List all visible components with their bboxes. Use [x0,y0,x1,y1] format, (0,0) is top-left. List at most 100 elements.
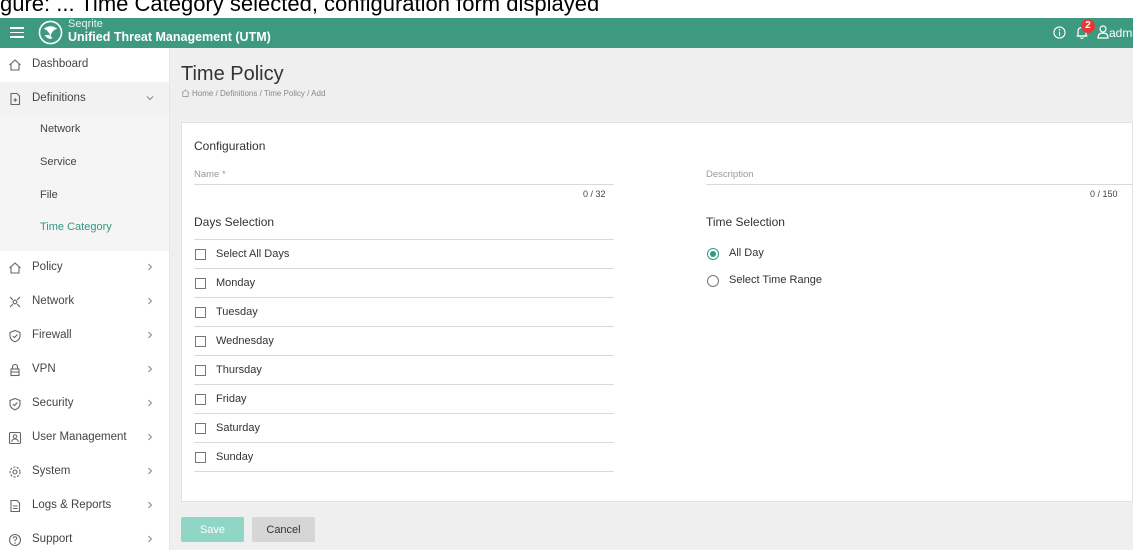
day-option-wednesday[interactable]: Wednesday [194,327,614,356]
page-title: Time Policy [181,63,284,85]
main-content: Time Policy Home / Definitions / Time Po… [170,48,1133,550]
seqrite-logo-icon [38,20,63,45]
info-icon[interactable] [1053,26,1066,39]
definitions-submenu: Network Service File Time Category [0,115,169,251]
radio-label: All Day [729,247,764,259]
sidebar-item-policy[interactable]: Policy [0,251,169,285]
user-management-icon [8,431,22,445]
home-icon [9,59,21,71]
sidebar-item-label: System [32,465,71,477]
day-option-thursday[interactable]: Thursday [194,356,614,385]
name-char-counter: 0 / 32 [583,189,606,199]
day-label: Thursday [216,364,262,376]
policy-icon [9,262,21,274]
select-all-days-checkbox[interactable] [195,249,206,260]
name-input[interactable] [194,184,614,185]
brand-name: Seqrite [68,18,103,30]
definitions-icon [10,92,21,106]
sidebar-item-vpn[interactable]: VPN [0,353,169,387]
sidebar-item-dashboard[interactable]: Dashboard [0,48,169,82]
sidebar-item-system[interactable]: System [0,455,169,489]
chevron-right-icon [148,297,153,305]
support-help-icon [8,533,22,547]
sidebar-item-label: Definitions [32,92,86,104]
name-field-label: Name * [194,169,226,180]
sidebar-item-support[interactable]: Support [0,523,169,550]
day-label: Sunday [216,451,254,463]
notification-count-badge: 2 [1081,19,1095,33]
day-label: Friday [216,393,247,405]
sidebar-item-label: Security [32,397,74,409]
submenu-item-network[interactable]: Network [40,123,80,135]
sidebar-item-logs-reports[interactable]: Logs & Reports [0,489,169,523]
cropped-caption-strip: gure: ... Time Category selected, config… [0,0,1133,18]
thursday-checkbox[interactable] [195,365,206,376]
all-day-radio[interactable] [707,248,719,260]
user-name[interactable]: adm [1109,26,1132,40]
configuration-section-title: Configuration [194,139,266,153]
chevron-right-icon [148,365,153,373]
day-option-sunday[interactable]: Sunday [194,443,614,472]
description-field-label: Description [706,169,754,180]
select-time-range-radio[interactable] [707,275,719,287]
sidebar-item-label: Dashboard [32,58,89,70]
day-option-select-all[interactable]: Select All Days [194,240,614,269]
days-selection-title: Days Selection [194,215,275,229]
tuesday-checkbox[interactable] [195,307,206,318]
chevron-right-icon [148,331,153,339]
sidebar-item-label: User Management [32,431,127,443]
sidebar-item-label: Policy [32,261,63,273]
chevron-right-icon [148,535,153,543]
hamburger-menu-icon[interactable] [10,24,24,38]
day-option-saturday[interactable]: Saturday [194,414,614,443]
network-icon [9,296,21,308]
submenu-item-service[interactable]: Service [40,156,77,168]
sidebar-item-security[interactable]: Security [0,387,169,421]
save-button[interactable]: Save [181,517,244,542]
sunday-checkbox[interactable] [195,452,206,463]
chevron-right-icon [148,467,153,475]
product-title: Unified Threat Management (UTM) [68,30,271,44]
day-label: Select All Days [216,248,290,260]
firewall-shield-icon [9,329,21,343]
sidebar-item-label: VPN [32,363,56,375]
saturday-checkbox[interactable] [195,423,206,434]
chevron-down-icon [146,96,154,101]
breadcrumb-path[interactable]: Home / Definitions / Time Policy / Add [192,89,325,98]
radio-label: Select Time Range [729,274,822,286]
sidebar-item-label: Firewall [32,329,72,341]
system-gear-icon [9,466,21,478]
day-label: Monday [216,277,256,289]
sidebar-item-user-management[interactable]: User Management [0,421,169,455]
chevron-right-icon [148,263,153,271]
top-bar: Seqrite Unified Threat Management (UTM) … [0,18,1133,48]
sidebar-item-firewall[interactable]: Firewall [0,319,169,353]
submenu-item-file[interactable]: File [40,189,58,201]
sidebar-item-network[interactable]: Network [0,285,169,319]
day-label: Wednesday [216,335,274,347]
logs-reports-icon [10,499,21,513]
vpn-lock-icon [10,363,20,377]
wednesday-checkbox[interactable] [195,336,206,347]
sidebar-item-definitions[interactable]: Definitions [0,82,169,116]
description-input[interactable] [706,184,1133,185]
description-char-counter: 0 / 150 [1090,189,1118,199]
monday-checkbox[interactable] [195,278,206,289]
chevron-right-icon [148,433,153,441]
cancel-button[interactable]: Cancel [252,517,315,542]
chevron-right-icon [148,501,153,509]
submenu-item-time-category[interactable]: Time Category [40,221,112,233]
time-policy-form-card: Configuration Name * 0 / 32 Description … [181,122,1133,502]
breadcrumb: Home / Definitions / Time Policy / Add [181,89,325,98]
sidebar-item-label: Network [32,295,75,307]
time-selection-title: Time Selection [706,215,785,229]
day-option-tuesday[interactable]: Tuesday [194,298,614,327]
friday-checkbox[interactable] [195,394,206,405]
day-label: Saturday [216,422,261,434]
day-option-monday[interactable]: Monday [194,269,614,298]
day-label: Tuesday [216,306,258,318]
sidebar: Dashboard Definitions Network Service Fi… [0,48,170,550]
day-option-friday[interactable]: Friday [194,385,614,414]
breadcrumb-home-icon[interactable] [181,89,190,97]
user-icon[interactable] [1097,25,1109,39]
